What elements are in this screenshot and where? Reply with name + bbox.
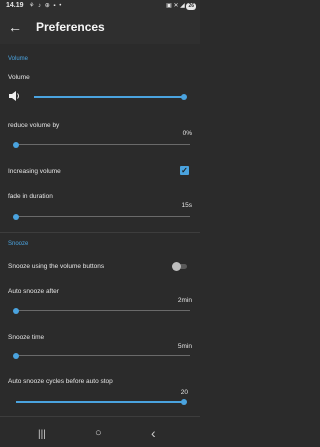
status-bar: 14.19 ⚘ ♪ ⊕ ▪ • ▣ ✕ ◢ 26	[0, 0, 200, 12]
snooze-time-label: Snooze time	[8, 334, 45, 341]
notification-icons: ⚘ ♪ ⊕ ▪ •	[29, 3, 63, 9]
slider-thumb[interactable]	[181, 93, 187, 100]
system-icons: ▣ ✕ ◢ 26	[166, 2, 196, 10]
recents-icon[interactable]: |||	[38, 429, 46, 440]
slider-thumb[interactable]	[13, 141, 19, 148]
slider-thumb[interactable]	[181, 398, 187, 405]
volume-label: Volume	[8, 74, 30, 81]
status-time: 14.19	[6, 2, 24, 9]
toggle-knob	[172, 262, 181, 271]
section-divider	[0, 232, 200, 233]
section-divider-bottom	[0, 416, 200, 417]
section-header-snooze: Snooze	[8, 241, 29, 247]
auto-snooze-cycles-label: Auto snooze cycles before auto stop	[8, 378, 113, 385]
slider-thumb[interactable]	[13, 352, 19, 359]
speaker-icon	[9, 91, 19, 101]
reduce-volume-value: 0%	[182, 130, 192, 137]
fade-in-value: 15s	[181, 202, 192, 209]
slider-thumb[interactable]	[13, 213, 19, 220]
auto-snooze-value: 2min	[177, 297, 192, 304]
arrow-left-icon[interactable]: ←	[8, 20, 22, 34]
slider-track	[16, 144, 190, 145]
slider-track	[16, 310, 190, 311]
slider-track	[16, 216, 190, 217]
reduce-volume-label: reduce volume by	[8, 122, 60, 129]
increasing-volume-checkbox[interactable]: ✓	[180, 166, 189, 175]
auto-snooze-cycles-value: 20	[180, 389, 188, 396]
system-nav-bar: ||| ○ ‹	[0, 424, 200, 447]
slider-fill	[16, 400, 184, 403]
snooze-buttons-label: Snooze using the volume buttons	[8, 263, 105, 270]
snooze-time-value: 5min	[177, 343, 192, 350]
home-icon[interactable]: ○	[95, 427, 102, 439]
battery-icon: 26	[186, 3, 196, 10]
slider-fill	[34, 95, 184, 98]
fade-in-label: fade in duration	[8, 193, 53, 200]
increasing-volume-label: Increasing volume	[8, 168, 61, 175]
app-bar: ← Preferences	[0, 12, 200, 44]
signal-icons: ▣ ✕ ◢	[166, 3, 185, 9]
auto-snooze-label: Auto snooze after	[8, 288, 59, 295]
back-nav-icon[interactable]: ‹	[151, 425, 156, 441]
slider-track	[16, 355, 190, 356]
section-header-volume: Volume	[8, 56, 29, 62]
slider-thumb[interactable]	[13, 307, 19, 314]
snooze-buttons-toggle[interactable]	[172, 262, 188, 271]
page-title: Preferences	[36, 20, 105, 34]
